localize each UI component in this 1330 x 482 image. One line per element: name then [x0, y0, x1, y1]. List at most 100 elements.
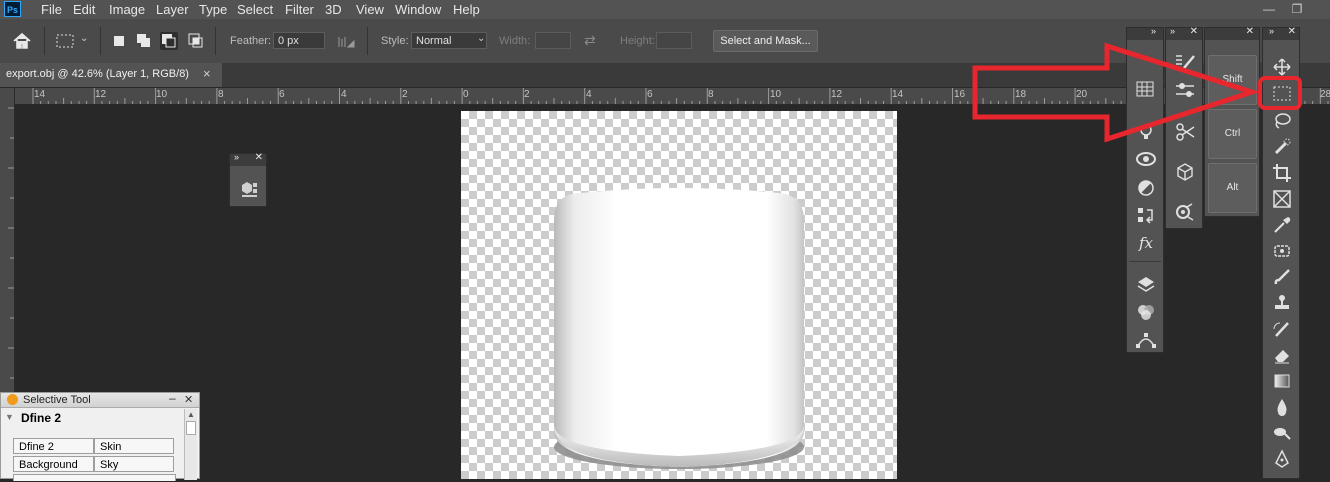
menu-window[interactable]: Window: [395, 0, 441, 19]
red-arrow-annotation: [972, 42, 1261, 143]
tool-highlight-box: [1258, 76, 1302, 110]
menu-image[interactable]: Image: [109, 0, 145, 19]
select-and-mask-button[interactable]: Select and Mask...: [713, 30, 818, 52]
ruler-label: 4: [341, 89, 347, 100]
dodge-icon[interactable]: [1272, 423, 1292, 443]
minimize-button[interactable]: —: [1258, 1, 1280, 17]
adjustments-icon[interactable]: [1136, 178, 1156, 198]
layers-icon[interactable]: [1136, 274, 1156, 294]
move-icon[interactable]: [1272, 57, 1292, 77]
floating-mini-panel: » ✕: [229, 152, 267, 207]
menu-filter[interactable]: Filter: [285, 0, 314, 19]
clone-stamp-icon[interactable]: [1272, 293, 1292, 313]
menu-help[interactable]: Help: [453, 0, 480, 19]
add-selection-icon[interactable]: [135, 32, 153, 50]
document-tab-title: export.obj @ 42.6% (Layer 1, RGB/8): [6, 68, 189, 80]
eraser-icon[interactable]: [1272, 345, 1292, 365]
history-icon[interactable]: [1136, 206, 1156, 226]
crop-icon[interactable]: [1272, 163, 1292, 183]
ruler-label: 10: [156, 89, 168, 100]
style-chevron-icon: ⌄: [477, 33, 486, 44]
tab-close-icon[interactable]: ×: [203, 66, 211, 81]
scroll-thumb: [186, 421, 196, 435]
panel-close-icon[interactable]: ✕: [1190, 26, 1198, 37]
ruler-label: 2: [402, 89, 408, 100]
ruler-label: 12: [831, 89, 843, 100]
panel-close-icon[interactable]: ✕: [255, 152, 263, 163]
menu-layer[interactable]: Layer: [156, 0, 189, 19]
paths-icon[interactable]: [1135, 330, 1157, 350]
table-row: [13, 474, 176, 481]
lasso-icon[interactable]: [1272, 111, 1292, 131]
channels-icon[interactable]: [1136, 302, 1156, 322]
eyedropper-icon[interactable]: [1272, 215, 1292, 235]
width-label: Width:: [499, 35, 531, 47]
style-select[interactable]: Normal: [411, 32, 487, 49]
selective-tool-panel: Selective Tool – ✕ ▼ Dfine 2 Dfine 2 Ski…: [0, 391, 200, 481]
table-row-preset[interactable]: Sky: [94, 456, 174, 472]
restore-button[interactable]: ❐: [1286, 1, 1308, 17]
blur-icon[interactable]: [1272, 397, 1292, 417]
chevron-down-icon[interactable]: ⌄: [80, 33, 88, 44]
ruler-label: 8: [218, 89, 224, 100]
table-row-name[interactable]: Dfine 2: [13, 438, 94, 454]
history-brush-icon[interactable]: [1272, 319, 1292, 339]
ruler-label: 14: [892, 89, 904, 100]
menu-type[interactable]: Type: [199, 0, 227, 19]
cylinder-render: [554, 188, 804, 469]
selective-tool-title: Selective Tool: [23, 394, 91, 406]
menu-select[interactable]: Select: [237, 0, 273, 19]
table-row-preset[interactable]: Skin: [94, 438, 174, 454]
alt-key-button[interactable]: Alt: [1208, 163, 1257, 213]
table-row-name[interactable]: Background: [13, 456, 94, 472]
new-selection-icon[interactable]: [110, 32, 128, 50]
panel-minimize-icon[interactable]: –: [169, 391, 176, 405]
panel-close-icon[interactable]: ✕: [1288, 26, 1296, 37]
section-title: Dfine 2: [21, 411, 62, 425]
menu-view[interactable]: View: [356, 0, 384, 19]
ruler-label: 10: [770, 89, 782, 100]
expand-icon[interactable]: »: [234, 152, 239, 162]
healing-icon[interactable]: [1272, 241, 1292, 261]
document-tab[interactable]: export.obj @ 42.6% (Layer 1, RGB/8) ×: [0, 63, 222, 87]
menu-edit[interactable]: Edit: [73, 0, 95, 19]
collapse-triangle-icon[interactable]: ▼: [5, 412, 14, 422]
rect-marquee-preset-icon[interactable]: [55, 32, 77, 50]
swap-icon[interactable]: ⇄: [584, 32, 596, 49]
ruler-label: 14: [34, 89, 46, 100]
intersect-selection-icon[interactable]: [187, 32, 205, 50]
ruler-label: 6: [647, 89, 653, 100]
menu-file[interactable]: File: [41, 0, 62, 19]
expand-icon[interactable]: »: [1170, 26, 1175, 36]
3d-panel-icon[interactable]: [239, 179, 259, 199]
height-label: Height:: [620, 35, 655, 47]
expand-icon[interactable]: »: [1269, 26, 1274, 36]
info-icon[interactable]: [1174, 202, 1196, 222]
feather-input[interactable]: 0 px: [273, 32, 325, 49]
anti-alias-icon[interactable]: [337, 33, 357, 49]
style-label: Style:: [381, 35, 409, 47]
ruler-label: 2: [524, 89, 530, 100]
width-input[interactable]: [535, 32, 571, 49]
document-canvas[interactable]: [461, 111, 897, 479]
menu-bar: Ps File Edit Image Layer Type Select Fil…: [0, 0, 1330, 19]
frame-icon[interactable]: [1272, 189, 1292, 209]
subtract-selection-icon[interactable]: [160, 32, 178, 50]
brush-icon[interactable]: [1272, 267, 1292, 287]
ruler-label: 16: [954, 89, 966, 100]
expand-icon[interactable]: »: [1151, 26, 1156, 36]
3d-cube-icon[interactable]: [1175, 162, 1195, 182]
panel-close-icon[interactable]: ✕: [184, 393, 193, 406]
menu-3d[interactable]: 3D: [325, 0, 342, 19]
fx-styles-icon[interactable]: fx: [1135, 234, 1157, 254]
panel-close-icon[interactable]: ✕: [1246, 26, 1254, 37]
pen-icon[interactable]: [1272, 449, 1292, 469]
ruler-label: 28: [1320, 89, 1330, 100]
quick-selection-icon[interactable]: [1272, 137, 1292, 157]
scrollbar[interactable]: ▲: [184, 409, 197, 480]
ruler-label: 8: [708, 89, 714, 100]
gradient-icon[interactable]: [1272, 371, 1292, 391]
height-input[interactable]: [656, 32, 692, 49]
creative-cloud-icon[interactable]: [1135, 150, 1157, 168]
home-icon[interactable]: [10, 30, 34, 52]
